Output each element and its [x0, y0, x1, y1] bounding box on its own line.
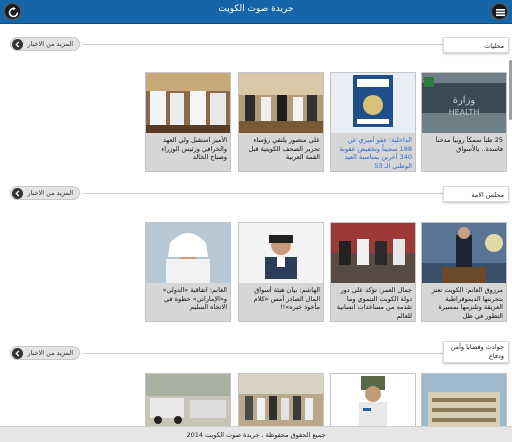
- news-card[interactable]: مرزوق الغانم: الكويت تعتز بتجربتها الديم…: [421, 222, 507, 322]
- news-thumbnail: [239, 73, 323, 133]
- section-title: حوادث وقضايا وأمن ودفاع: [443, 341, 509, 363]
- more-news-button[interactable]: المزيد من الاخبار: [10, 37, 80, 51]
- news-card[interactable]: علي منصور يلتقي رؤساء تحرير الصحف الكويت…: [238, 72, 324, 172]
- chevron-left-icon: [12, 39, 23, 50]
- news-caption: الأمير استقبل ولي العهد والخرافي ورئيس ا…: [161, 136, 227, 161]
- news-caption: 25 طناً سمكاً روبياً مدخناً فاسدة.. بالأ…: [435, 136, 503, 153]
- news-card[interactable]: الداخلية: عفو أميري عن 188 سجيناً وتخفيض…: [330, 72, 416, 172]
- section-header-parliament: المزيد من الاخبار مجلس الامة: [0, 186, 512, 202]
- more-news-label: المزيد من الاخبار: [27, 189, 73, 197]
- section-divider: [82, 193, 444, 194]
- footer-copyright: جميع الحقوق محفوظة ، جريدة صوت الكويت 20…: [0, 426, 512, 442]
- news-card[interactable]: الغانم: اتفاقية «الدولي» و«الإماراتي» خط…: [145, 222, 231, 322]
- section-divider: [82, 44, 444, 45]
- menu-icon: [496, 9, 505, 16]
- news-card[interactable]: [145, 373, 231, 434]
- section-divider: [82, 353, 444, 354]
- news-thumbnail: [239, 374, 323, 434]
- news-card[interactable]: وزارة HEALTH 25 طناً سمكاً روبياً مدخناً…: [421, 72, 507, 172]
- news-caption: علي منصور يلتقي رؤساء تحرير الصحف الكويت…: [248, 136, 320, 161]
- section-header-incidents: المزيد من الاخبار حوادث وقضايا وأمن ودفا…: [0, 341, 512, 363]
- news-card[interactable]: [238, 373, 324, 434]
- section-header-local: المزيد من الاخبار محليات: [0, 37, 512, 53]
- news-thumbnail: [331, 374, 415, 434]
- news-caption: مرزوق الغانم: الكويت تعتز بتجربتها الديم…: [431, 286, 503, 320]
- news-thumbnail: [331, 223, 415, 283]
- more-news-label: المزيد من الاخبار: [27, 349, 73, 357]
- more-news-button[interactable]: المزيد من الاخبار: [10, 186, 80, 200]
- chevron-left-icon: [12, 348, 23, 359]
- news-thumbnail: [146, 223, 230, 283]
- news-card[interactable]: الهاشم: بيان هيئة أسواق المال الصادر أمس…: [238, 222, 324, 322]
- section-title: محليات: [443, 37, 509, 53]
- news-caption: جمال العمر: تؤكد على دور دولة الكويت الت…: [336, 286, 412, 320]
- news-card[interactable]: الأمير استقبل ولي العهد والخرافي ورئيس ا…: [145, 72, 231, 172]
- news-card[interactable]: [421, 373, 507, 434]
- news-thumbnail: وزارة HEALTH: [422, 73, 506, 133]
- chevron-left-icon: [12, 188, 23, 199]
- news-card[interactable]: [330, 373, 416, 434]
- news-thumbnail: [331, 73, 415, 133]
- news-thumbnail: [239, 223, 323, 283]
- app-title: جريدة صوت الكويت: [218, 4, 294, 14]
- menu-button[interactable]: [491, 3, 508, 20]
- news-card[interactable]: جمال العمر: تؤكد على دور دولة الكويت الت…: [330, 222, 416, 322]
- news-thumbnail: [422, 223, 506, 283]
- news-caption: الغانم: اتفاقية «الدولي» و«الإماراتي» خط…: [162, 286, 228, 311]
- news-caption: الهاشم: بيان هيئة أسواق المال الصادر أمس…: [253, 286, 320, 311]
- app-header: جريدة صوت الكويت: [0, 0, 512, 24]
- news-thumbnail: [422, 374, 506, 434]
- news-caption: الداخلية: عفو أميري عن 188 سجيناً وتخفيض…: [339, 136, 412, 170]
- more-news-button[interactable]: المزيد من الاخبار: [10, 346, 80, 360]
- section-title: مجلس الامة: [443, 186, 509, 202]
- svg-text:وزارة: وزارة: [453, 95, 476, 106]
- svg-text:HEALTH: HEALTH: [449, 108, 480, 117]
- news-thumbnail: [146, 73, 230, 133]
- more-news-label: المزيد من الاخبار: [27, 40, 73, 48]
- news-thumbnail: [146, 374, 230, 434]
